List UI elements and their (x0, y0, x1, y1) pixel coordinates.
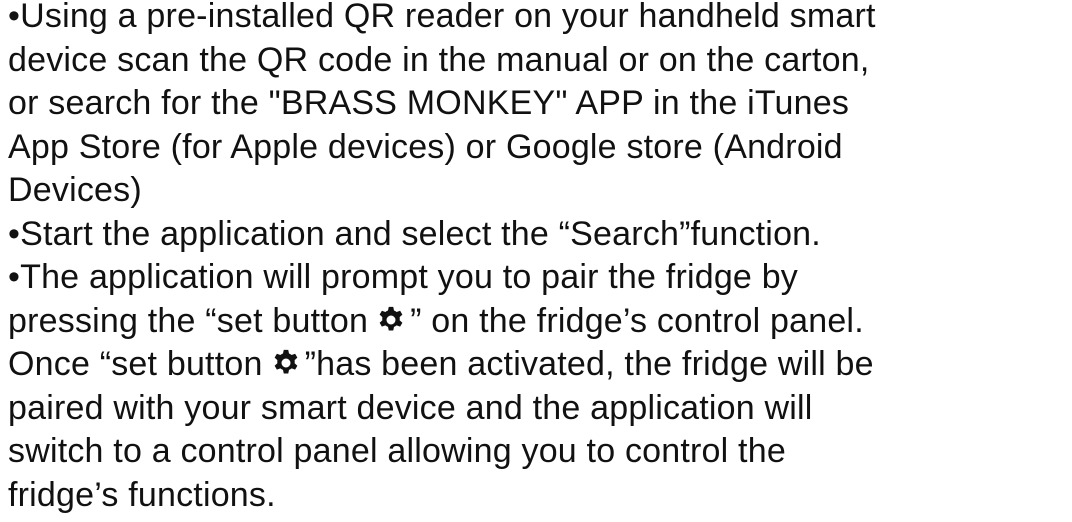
item1-line4: App Store (for Apple devices) or Google … (8, 127, 843, 166)
item3-text-3a: Once “set button (8, 345, 263, 383)
item3-text-1: The application will prompt you to pair … (20, 258, 799, 296)
item3-line6: fridge’s functions. (8, 475, 276, 514)
item3-line5: switch to a control panel allowing you t… (8, 432, 786, 470)
item2-text: Start the application and select the “Se… (20, 214, 821, 253)
bullet: • (8, 258, 21, 296)
instruction-document: •Using a pre-installed QR reader on your… (0, 0, 1072, 517)
item3-line3: Once “set button ”has been activated, the… (8, 343, 1072, 387)
item3-text-2a: pressing the “set button (8, 301, 369, 340)
item3-line1: •The application will prompt you to pair… (8, 256, 1072, 300)
item1-text-1: Using a pre-installed QR reader on your … (20, 0, 876, 35)
item3-line2: pressing the “set button ” on the fridge’… (8, 300, 1072, 344)
item1-line5: Devices) (8, 171, 142, 209)
item1-line3: or search for the "BRASS MONKEY" APP in … (8, 84, 850, 122)
item3-text-3b: ”has been activated, the fridge will be (304, 345, 874, 383)
item2-line1: •Start the application and select the “S… (8, 213, 1072, 257)
item3-line4: paired with your smart device and the ap… (8, 388, 813, 427)
bullet: • (8, 214, 21, 253)
item1-line1: •Using a pre-installed QR reader on your… (8, 0, 1072, 39)
gear-icon (271, 348, 301, 378)
item3-text-2b: ” on the fridge’s control panel. (410, 301, 864, 340)
item1-line2: device scan the QR code in the manual or… (8, 40, 870, 79)
bullet: • (8, 0, 21, 35)
gear-icon (376, 305, 406, 335)
